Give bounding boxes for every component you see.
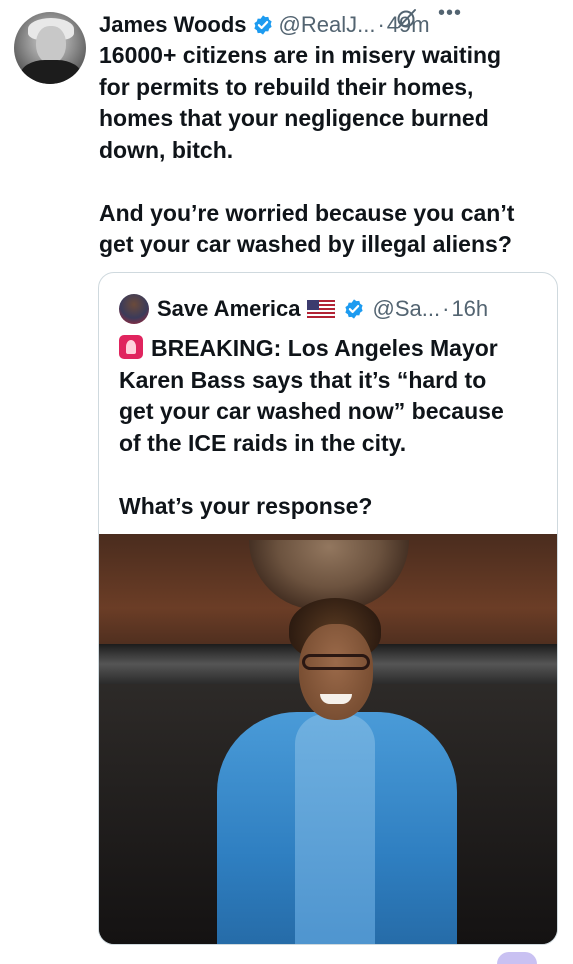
tweet-text: 16000+ citizens are in misery waiting fo… — [99, 42, 515, 257]
photo-glasses — [302, 654, 370, 670]
header-separator: · — [377, 12, 385, 37]
grok-icon[interactable] — [395, 6, 419, 30]
quoted-verified-badge-icon — [344, 299, 363, 319]
us-flag-icon — [306, 300, 335, 318]
floating-action-icon[interactable] — [497, 952, 537, 964]
quoted-text: BREAKING: Los Angeles Mayor Karen Bass s… — [119, 335, 504, 519]
quoted-separator: · — [442, 296, 450, 321]
quoted-handle: @Sa... — [372, 296, 441, 321]
siren-icon — [119, 335, 143, 359]
quoted-photo[interactable] — [99, 534, 557, 944]
tweet-header: James Woods @RealJ... · 49m — [99, 8, 563, 42]
more-icon[interactable]: ••• — [438, 2, 462, 25]
photo-shirt — [295, 714, 375, 944]
quoted-avatar[interactable] — [119, 294, 149, 324]
author-name[interactable]: James Woods — [99, 12, 247, 38]
author-handle[interactable]: @RealJ... — [279, 12, 376, 38]
quoted-text-block: BREAKING: Los Angeles Mayor Karen Bass s… — [119, 333, 539, 522]
quoted-tweet[interactable]: Save America @Sa... · 16h BREAKING: Los … — [98, 272, 558, 945]
verified-badge-icon — [253, 15, 272, 35]
quoted-author-name: Save America — [157, 296, 301, 321]
photo-face — [299, 624, 373, 720]
photo-smile — [320, 694, 352, 704]
quoted-header: Save America @Sa... · 16h — [119, 293, 488, 325]
avatar-coat — [20, 60, 82, 84]
avatar-face — [36, 26, 66, 64]
quoted-time: 16h — [451, 296, 489, 321]
author-avatar[interactable] — [14, 12, 86, 84]
